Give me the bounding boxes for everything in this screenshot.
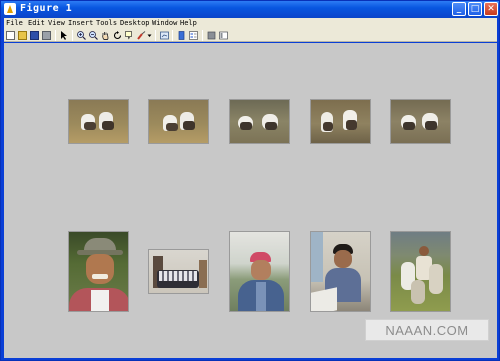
pan-hand-icon[interactable]	[101, 31, 110, 40]
menu-edit[interactable]: Edit	[28, 18, 45, 29]
face-shape	[419, 246, 429, 256]
rotate-3d-icon[interactable]	[113, 31, 122, 40]
window-shape	[311, 232, 323, 282]
menu-insert[interactable]: Insert	[68, 18, 93, 29]
bedspread-pattern	[159, 271, 197, 281]
chevron-down-icon[interactable]	[147, 31, 152, 40]
brush-icon[interactable]	[137, 31, 146, 40]
link-plot-icon[interactable]	[160, 31, 169, 40]
toolbar-separator	[172, 30, 173, 41]
menu-desktop[interactable]: Desktop	[120, 18, 150, 29]
image-subplot-9[interactable]	[310, 231, 371, 312]
image-subplot-4[interactable]	[310, 99, 371, 144]
jacket-zip	[256, 282, 266, 311]
save-icon[interactable]	[30, 31, 39, 40]
face-shape	[251, 260, 271, 280]
window-title: Figure 1	[20, 3, 73, 14]
image-subplot-5[interactable]	[390, 99, 451, 144]
figure-window: Figure 1 _ □ ✕ File Edit View Insert Too…	[0, 0, 500, 361]
figure-canvas[interactable]	[4, 43, 497, 358]
llama-shape	[429, 264, 443, 294]
bird-wing	[425, 121, 437, 130]
toolbar-separator	[202, 30, 203, 41]
zoom-out-icon[interactable]	[89, 31, 98, 40]
new-figure-icon[interactable]	[6, 31, 15, 40]
watermark: NAAAN.COM	[365, 319, 489, 341]
print-icon[interactable]	[42, 31, 51, 40]
minimize-button[interactable]: _	[452, 2, 466, 16]
menu-view[interactable]: View	[48, 18, 65, 29]
matlab-icon	[4, 3, 16, 15]
menu-window[interactable]: Window	[152, 18, 177, 29]
face-shape	[86, 254, 114, 284]
title-bar[interactable]: Figure 1 _ □ ✕	[1, 1, 499, 18]
collar-shape	[91, 290, 109, 311]
image-subplot-7[interactable]	[148, 249, 209, 294]
image-subplot-3[interactable]	[229, 99, 290, 144]
bird-wing	[403, 122, 415, 130]
bird-wing	[183, 121, 195, 130]
menu-bar: File Edit View Insert Tools Desktop Wind…	[4, 18, 497, 29]
bird-wing	[346, 120, 357, 130]
image-subplot-8[interactable]	[229, 231, 290, 312]
toolbar-separator	[55, 30, 56, 41]
open-file-icon[interactable]	[18, 31, 27, 40]
bird-wing	[84, 122, 96, 130]
image-subplot-6[interactable]	[68, 231, 129, 312]
watermark-text: NAAAN.COM	[385, 323, 469, 338]
menu-file[interactable]: File	[6, 18, 23, 29]
paper-shape	[311, 287, 337, 311]
llama-shape	[411, 280, 425, 304]
image-subplot-1[interactable]	[68, 99, 129, 144]
menu-tools[interactable]: Tools	[96, 18, 117, 29]
bird-wing	[323, 122, 333, 131]
toolbar-separator	[72, 30, 73, 41]
edit-plot-arrow-icon[interactable]	[60, 31, 69, 40]
hide-plot-tools-icon[interactable]	[207, 31, 216, 40]
bird-wing	[240, 122, 252, 130]
zoom-in-icon[interactable]	[77, 31, 86, 40]
figure-toolbar	[4, 29, 497, 42]
legend-icon[interactable]	[189, 31, 198, 40]
menu-help[interactable]: Help	[180, 18, 197, 29]
maximize-button[interactable]: □	[468, 2, 482, 16]
image-subplot-10[interactable]	[390, 231, 451, 312]
door-shape	[199, 260, 207, 288]
image-subplot-2[interactable]	[148, 99, 209, 144]
show-plot-tools-icon[interactable]	[219, 31, 228, 40]
bird-wing	[166, 123, 178, 131]
data-cursor-icon[interactable]	[125, 31, 134, 40]
bird-wing	[102, 121, 114, 130]
smile-shape	[92, 274, 108, 279]
toolbar-separator	[155, 30, 156, 41]
face-shape	[334, 250, 352, 268]
close-button[interactable]: ✕	[484, 2, 498, 16]
colorbar-icon[interactable]	[177, 31, 186, 40]
bird-wing	[265, 122, 277, 130]
